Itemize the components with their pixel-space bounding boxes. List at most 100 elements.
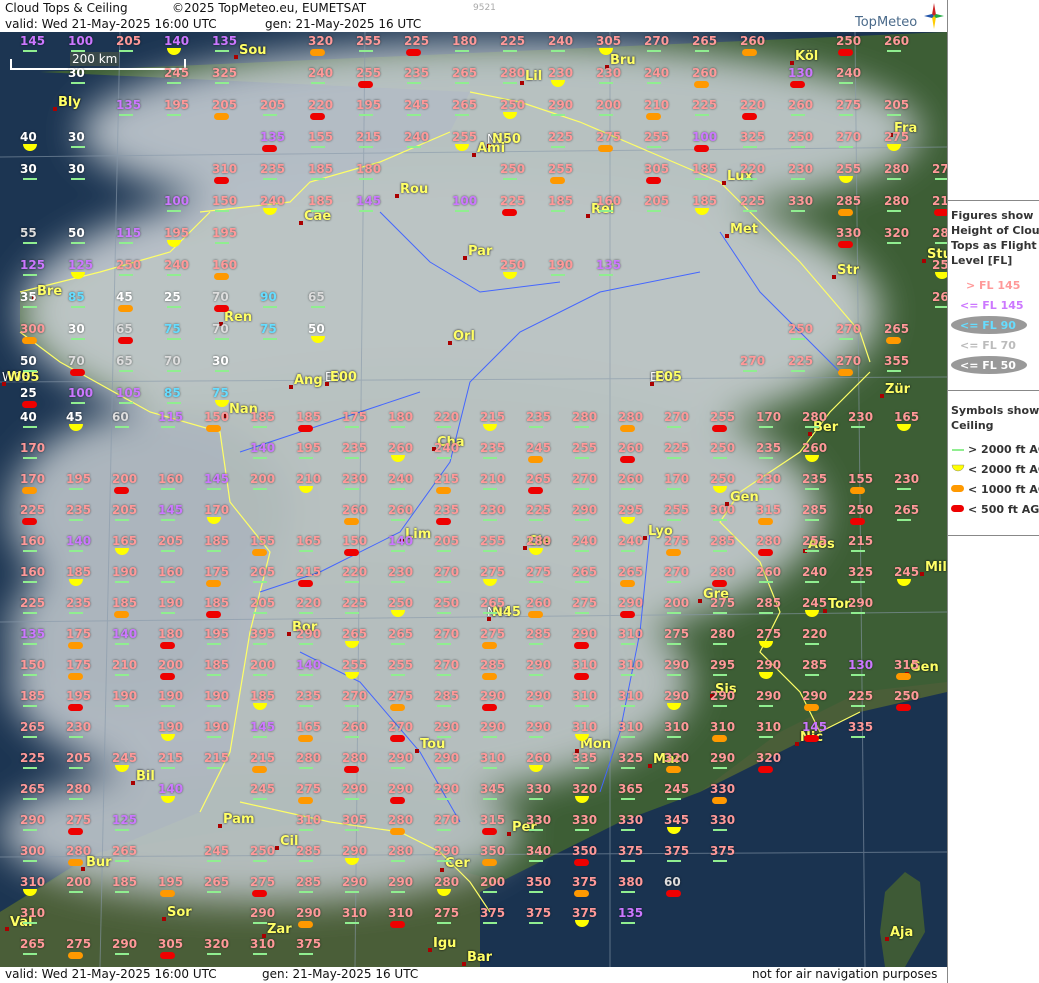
cloud-top-value: 240 [644, 66, 670, 80]
cloud-top-value: 185 [204, 534, 230, 548]
cloud-top-value: 45 [116, 290, 133, 304]
ceiling-symbol [167, 306, 181, 308]
city-marker [507, 832, 511, 836]
ceiling-symbol [529, 798, 543, 800]
ceiling-symbol [529, 426, 543, 428]
ceiling-symbol [161, 767, 175, 769]
city-marker [395, 194, 399, 198]
ceiling-symbol [647, 82, 661, 84]
city-marker [299, 221, 303, 225]
ceiling-symbol [118, 305, 133, 312]
legend-above-145: > FL 145 [966, 279, 1021, 292]
cloud-top-value: 245 [164, 66, 190, 80]
cloud-top-value: 205 [260, 98, 286, 112]
ceiling-symbol [712, 735, 727, 742]
ceiling-symbol [23, 50, 37, 52]
cloud-top-value: 290 [342, 782, 368, 796]
cloud-top-value: 245 [664, 782, 690, 796]
cloud-top-value: 250 [388, 596, 414, 610]
cloud-top-value: 205 [250, 565, 276, 579]
ceiling-symbol [160, 642, 175, 649]
ceiling-symbol [713, 829, 727, 831]
cloud-top-value: 320 [204, 937, 230, 951]
cloud-top-value: 280 [434, 875, 460, 889]
cloud-top-value: 170 [204, 503, 230, 517]
ceiling-symbol [599, 82, 613, 84]
cloud-top-value: 290 [664, 658, 690, 672]
cloud-top-value: 245 [112, 751, 138, 765]
cloud-top-value: 215 [848, 534, 874, 548]
cloud-top-value: 240 [260, 194, 286, 208]
ceiling-symbol [599, 274, 613, 276]
ceiling-symbol [805, 674, 819, 676]
cloud-top-value: 255 [644, 130, 670, 144]
cloud-top-value: 100 [452, 194, 478, 208]
ceiling-symbol [391, 643, 405, 645]
cloud-top-value: 255 [356, 34, 382, 48]
ceiling-symbol [667, 581, 681, 583]
ceiling-symbol [23, 426, 37, 428]
cloud-top-value: 290 [710, 751, 736, 765]
ceiling-symbol [207, 705, 221, 707]
cloud-top-value: 330 [526, 782, 552, 796]
cloud-top-value: 315 [756, 503, 782, 517]
ceiling-symbol [713, 767, 727, 769]
city-marker [832, 275, 836, 279]
ceiling-symbol [758, 518, 773, 525]
cloud-top-value: 270 [388, 720, 414, 734]
cloud-top-value: 215 [204, 751, 230, 765]
ceiling-symbol [407, 146, 421, 148]
ceiling-symbol [207, 488, 221, 490]
footer-valid: valid: Wed 21-May-2025 16:00 UTC [5, 967, 217, 981]
ceiling-symbol [621, 922, 635, 924]
cloud-top-value: 220 [802, 627, 828, 641]
figures-legend: Figures show Height of Cloud Tops as Fli… [948, 200, 1039, 389]
ceiling-symbol [575, 426, 589, 428]
cloud-top-value: 270 [434, 565, 460, 579]
cloud-top-value: 250 [836, 34, 862, 48]
ceiling-symbol [896, 704, 911, 711]
ceiling-symbol [437, 860, 451, 862]
ceiling-symbol [887, 210, 901, 212]
cloud-top-value: 210 [112, 658, 138, 672]
cloud-top-value: 275 [388, 689, 414, 703]
cloud-top-value: 290 [848, 596, 874, 610]
cloud-top-value: 160 [158, 565, 184, 579]
cloud-top-value: 225 [548, 130, 574, 144]
city-label: Sou [239, 43, 267, 58]
cloud-top-value: 285 [836, 194, 862, 208]
cloud-top-value: 135 [212, 34, 238, 48]
cloud-top-value: 245 [250, 782, 276, 796]
cloud-top-value: 85 [164, 386, 181, 400]
ceiling-symbol [345, 612, 359, 614]
satellite-map[interactable]: 200 km N50 N45 W05 E00 E05 Sou Bru Köl Lil B… [0, 32, 947, 967]
city-label: W05 [7, 370, 40, 385]
ceiling-symbol [391, 581, 405, 583]
ceiling-symbol [118, 337, 133, 344]
cloud-top-value: 280 [342, 751, 368, 765]
cloud-top-value: 155 [250, 534, 276, 548]
cloud-top-value: 265 [20, 720, 46, 734]
ceiling-symbol [160, 890, 175, 897]
cloud-top-value: 320 [572, 782, 598, 796]
ceiling-symbol [115, 643, 129, 645]
ceiling-symbol [759, 705, 773, 707]
cloud-top-value: 100 [692, 130, 718, 144]
ceiling-symbol [436, 518, 451, 525]
cloud-top-value: 345 [664, 813, 690, 827]
cloud-top-value: 205 [434, 534, 460, 548]
cloud-top-value: 290 [434, 751, 460, 765]
cloud-top-value: 290 [756, 658, 782, 672]
cloud-top-value: 255 [388, 658, 414, 672]
cloud-top-value: 105 [116, 386, 142, 400]
cloud-top-value: 320 [308, 34, 334, 48]
city-marker [463, 256, 467, 260]
cloud-top-value: 260 [526, 751, 552, 765]
cloud-top-value: 280 [618, 410, 644, 424]
ceiling-symbol [713, 674, 727, 676]
cloud-top-value: 300 [20, 844, 46, 858]
cloud-top-value: 330 [710, 813, 736, 827]
cloud-top-value: 235 [802, 472, 828, 486]
cloud-top-value: 315 [480, 813, 506, 827]
city-label: Orl [453, 329, 475, 344]
